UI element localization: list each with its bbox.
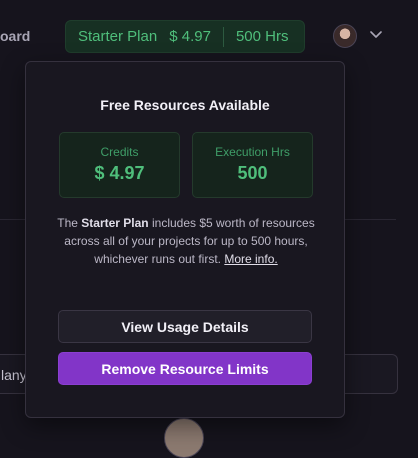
description-prefix: The: [57, 216, 82, 230]
view-usage-details-button[interactable]: View Usage Details: [58, 310, 312, 343]
description-plan-name: Starter Plan: [81, 216, 149, 230]
background-input-right[interactable]: [344, 354, 398, 394]
credits-stat-card: Credits $ 4.97: [59, 132, 180, 198]
user-avatar[interactable]: [333, 24, 357, 48]
plan-credit-balance: $ 4.97: [169, 28, 211, 45]
remove-resource-limits-button[interactable]: Remove Resource Limits: [58, 352, 312, 385]
background-divider: [344, 219, 396, 220]
more-info-link[interactable]: More info.: [224, 252, 277, 266]
credits-value: $ 4.97: [94, 163, 145, 183]
chevron-down-icon[interactable]: [369, 27, 383, 41]
plan-name: Starter Plan: [78, 28, 158, 45]
nav-dashboard-link[interactable]: oard: [0, 28, 30, 44]
execution-hours-stat-card: Execution Hrs 500: [192, 132, 313, 198]
plan-usage-pill[interactable]: Starter Plan $ 4.97 500 Hrs: [65, 20, 305, 53]
credits-label: Credits: [100, 145, 139, 159]
plan-hours-balance: 500 Hrs: [235, 28, 289, 45]
background-input-text: lany: [1, 367, 27, 383]
plan-description: The Starter Plan includes $5 worth of re…: [56, 214, 316, 268]
execution-hours-value: 500: [237, 163, 268, 183]
popover-title: Free Resources Available: [100, 97, 270, 113]
background-avatar: [164, 418, 204, 458]
free-resources-popover: Free Resources Available Credits $ 4.97 …: [25, 61, 345, 418]
execution-hours-label: Execution Hrs: [215, 145, 290, 159]
